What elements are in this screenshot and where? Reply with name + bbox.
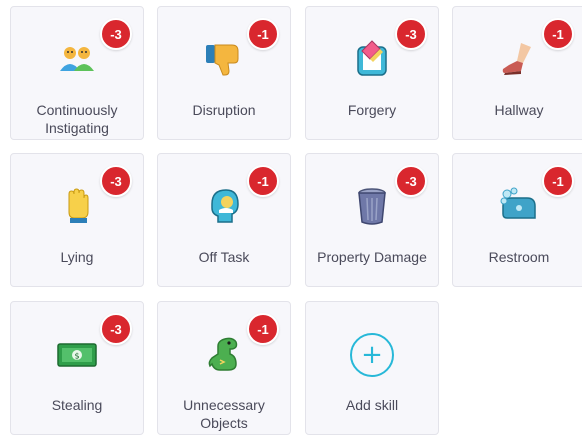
points-badge: -3 bbox=[395, 165, 427, 197]
points-badge: -1 bbox=[542, 165, 574, 197]
points-badge: -1 bbox=[247, 165, 279, 197]
add-skill-button[interactable]: + Add skill bbox=[305, 301, 439, 435]
add-skill-label: Add skill bbox=[345, 397, 399, 413]
points-badge: -3 bbox=[100, 18, 132, 50]
skill-label: Unnecessary Objects bbox=[183, 397, 265, 431]
soap-hands-icon bbox=[497, 184, 541, 228]
skill-card-off-task[interactable]: -1 Off Task bbox=[157, 153, 291, 287]
plus-icon: + bbox=[350, 333, 394, 377]
trash-can-icon bbox=[350, 184, 394, 228]
skill-card-property-damage[interactable]: -3 Property Damage bbox=[305, 153, 439, 287]
skill-card-unnecessary-objects[interactable]: -1 Unnecessary Objects bbox=[157, 301, 291, 435]
points-badge: -3 bbox=[395, 18, 427, 50]
skill-card-restroom[interactable]: -1 Restroom bbox=[452, 153, 582, 287]
points-badge: -3 bbox=[100, 165, 132, 197]
people-icon bbox=[55, 37, 99, 81]
skill-card-forgery[interactable]: -3 Forgery bbox=[305, 6, 439, 140]
skill-card-stealing[interactable]: $ -3 Stealing bbox=[10, 301, 144, 435]
skill-label: Continuously Instigating bbox=[36, 102, 118, 136]
skill-label: Stealing bbox=[51, 397, 103, 413]
money-icon: $ bbox=[55, 332, 99, 376]
skill-label: Lying bbox=[60, 249, 94, 265]
points-badge: -3 bbox=[100, 313, 132, 345]
skill-card-hallway[interactable]: -1 Hallway bbox=[452, 6, 582, 140]
boot-icon bbox=[497, 37, 541, 81]
points-badge: -1 bbox=[247, 313, 279, 345]
skill-label: Forgery bbox=[347, 102, 397, 118]
points-badge: -1 bbox=[542, 18, 574, 50]
skill-label: Off Task bbox=[198, 249, 250, 265]
head-sun-icon bbox=[202, 184, 246, 228]
dinosaur-icon bbox=[202, 332, 246, 376]
hand-icon bbox=[55, 184, 99, 228]
skill-label: Disruption bbox=[192, 102, 256, 118]
skill-card-continuously-instigating[interactable]: -3 Continuously Instigating bbox=[10, 6, 144, 140]
skills-grid: -3 Continuously Instigating -1 Disruptio… bbox=[0, 0, 582, 435]
skill-label: Hallway bbox=[494, 102, 544, 118]
svg-text:$: $ bbox=[74, 352, 79, 361]
skill-label: Property Damage bbox=[317, 249, 427, 265]
eraser-icon bbox=[350, 37, 394, 81]
skill-label: Restroom bbox=[488, 249, 550, 265]
thumbs-down-icon bbox=[202, 37, 246, 81]
points-badge: -1 bbox=[247, 18, 279, 50]
skill-card-lying[interactable]: -3 Lying bbox=[10, 153, 144, 287]
skill-card-disruption[interactable]: -1 Disruption bbox=[157, 6, 291, 140]
